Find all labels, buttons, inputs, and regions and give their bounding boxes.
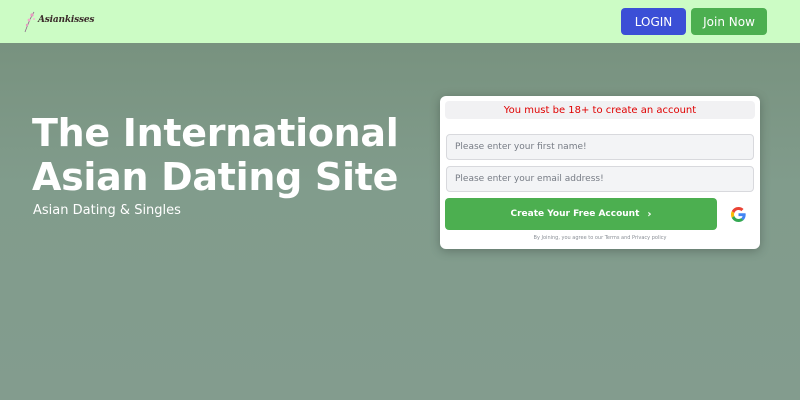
terms-notice: By Joining, you agree to our Terms and P… <box>533 235 667 241</box>
hero-subtitle: Asian Dating & Singles <box>33 203 181 218</box>
signup-card: You must be 18+ to create an account Cre… <box>440 96 760 249</box>
hero-title: The International Asian Dating Site <box>32 111 399 199</box>
flower-logo-icon <box>24 11 35 32</box>
site-header: Asiankisses LOGIN Join Now <box>0 0 800 43</box>
create-account-button[interactable]: Create Your Free Account › <box>445 198 717 230</box>
google-icon <box>730 206 746 222</box>
header-actions: LOGIN Join Now <box>621 8 767 35</box>
first-name-input[interactable] <box>446 134 754 160</box>
chevron-right-icon: › <box>647 208 652 220</box>
logo-wordmark: Asiankisses <box>38 14 95 25</box>
login-button[interactable]: LOGIN <box>621 8 686 35</box>
site-logo[interactable]: Asiankisses <box>22 10 94 34</box>
google-signin-button[interactable] <box>728 204 748 224</box>
email-input[interactable] <box>446 166 754 192</box>
age-notice: You must be 18+ to create an account <box>445 101 755 119</box>
create-account-label: Create Your Free Account <box>510 209 640 219</box>
join-now-button[interactable]: Join Now <box>691 8 767 35</box>
